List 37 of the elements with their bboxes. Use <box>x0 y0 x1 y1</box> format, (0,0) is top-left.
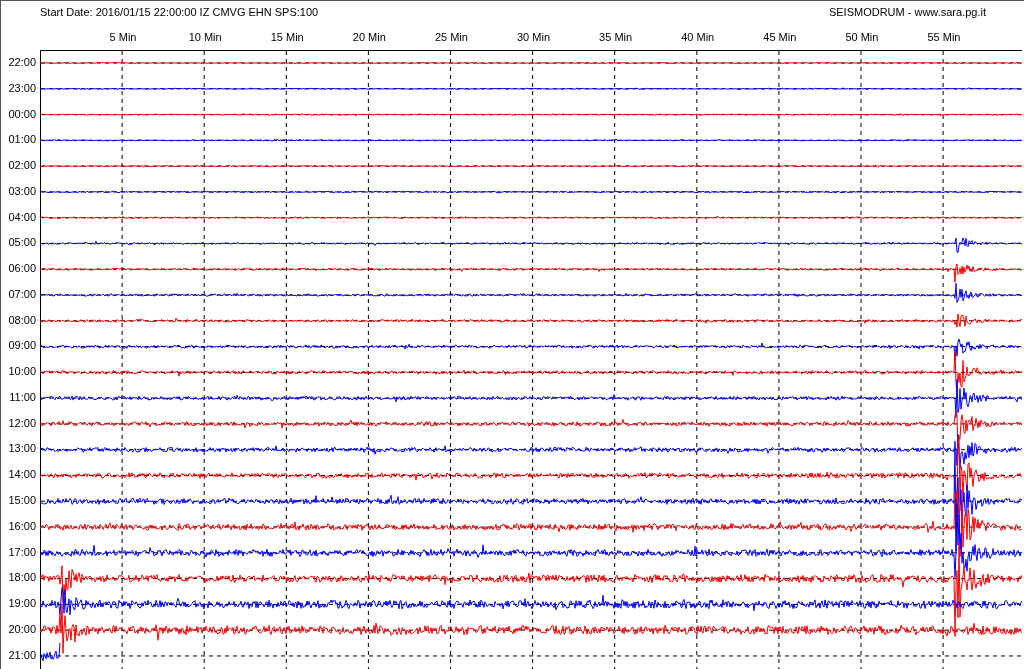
hour-label: 17:00 <box>7 544 37 560</box>
minute-label: 55 Min <box>926 30 962 43</box>
hour-label: 22:00 <box>7 55 37 70</box>
minute-label: 35 Min <box>598 30 634 43</box>
hour-label: 11:00 <box>8 389 37 405</box>
minute-label: 15 Min <box>269 30 305 43</box>
minute-label: 40 Min <box>680 30 716 43</box>
hour-label: 01:00 <box>7 132 37 148</box>
hour-label: 05:00 <box>7 235 37 251</box>
start-date-label: Start Date: 2016/01/15 22:00:00 IZ CMVG EHN SPS:100 <box>40 6 319 18</box>
hour-label: 10:00 <box>7 364 37 380</box>
hour-label: 21:00 <box>7 647 37 663</box>
hour-label: 00:00 <box>7 106 37 122</box>
minute-label: 20 Min <box>351 30 387 43</box>
hour-label: 08:00 <box>7 312 37 328</box>
hour-label: 18:00 <box>7 570 37 586</box>
hour-label: 20:00 <box>7 621 37 637</box>
hour-label: 06:00 <box>7 261 37 277</box>
minute-label: 25 Min <box>433 30 469 43</box>
hour-label: 02:00 <box>7 158 37 174</box>
hour-label: 04:00 <box>7 209 37 225</box>
station-title: SEISMODRUM - www.sara.pg.it <box>828 6 986 18</box>
minute-label: 5 Min <box>108 30 138 43</box>
hour-label: 19:00 <box>7 596 37 612</box>
hour-label: 03:00 <box>7 183 37 199</box>
minute-label: 45 Min <box>762 30 798 43</box>
minute-label: 50 Min <box>844 30 880 43</box>
hour-label: 14:00 <box>7 467 37 483</box>
hour-label: 15:00 <box>7 493 37 508</box>
minute-label: 30 Min <box>516 30 552 43</box>
hour-label: 23:00 <box>7 80 37 96</box>
hour-label: 09:00 <box>7 338 37 354</box>
hour-label: 13:00 <box>7 441 37 457</box>
hour-label: 07:00 <box>7 286 37 302</box>
hour-label: 12:00 <box>7 415 37 431</box>
hour-label: 16:00 <box>7 518 37 534</box>
minute-label: 10 Min <box>187 30 223 43</box>
